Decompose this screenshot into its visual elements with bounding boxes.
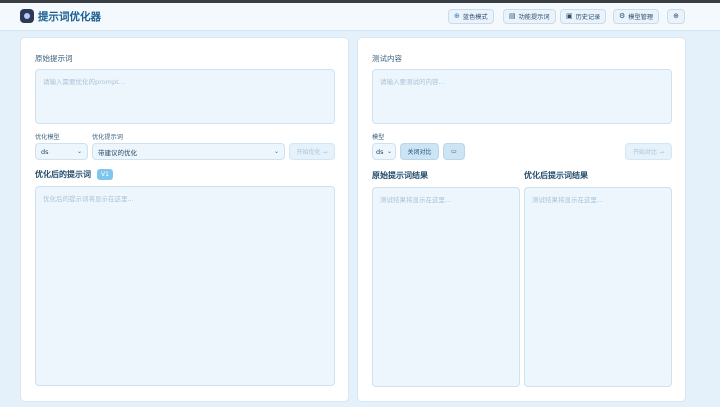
language-button[interactable]: ⊕ <box>667 9 685 24</box>
chevron-down-icon: ⌄ <box>386 148 392 155</box>
start-optimize-button[interactable]: 开始优化 → <box>289 143 335 160</box>
optimized-prompt-output[interactable]: 优化后的提示词将显示在这里... <box>35 186 335 386</box>
optimize-prompt-label: 优化提示词 <box>92 134 123 141</box>
optimize-model-select[interactable]: ds ⌄ <box>35 143 88 160</box>
original-prompt-input[interactable]: 请输入需要优化的prompt... <box>35 69 335 124</box>
blue-mode-label: 蓝色模式 <box>462 14 488 21</box>
start-compare-button[interactable]: 开始对比 → <box>625 143 672 160</box>
globe-icon: ⊕ <box>673 12 679 20</box>
history-button[interactable]: ▣ 历史记录 <box>560 9 607 24</box>
split-view-icon: ▭ <box>451 148 457 155</box>
model-manage-button[interactable]: ⚙ 模型管理 <box>613 9 660 24</box>
blue-mode-button[interactable]: ⊕ 蓝色模式 <box>448 9 494 24</box>
original-result-title: 原始提示词结果 <box>372 171 428 180</box>
optimized-result-output[interactable]: 测试结果将显示在这里... <box>524 187 672 387</box>
function-prompts-label: 功能提示词 <box>518 14 550 21</box>
optimized-result-title: 优化后提示词结果 <box>524 171 588 180</box>
version-badge[interactable]: V1 <box>97 169 113 180</box>
optimized-prompt-title: 优化后的提示词 <box>35 170 91 179</box>
app-title: 提示词优化器 <box>38 11 101 23</box>
optimize-model-label: 优化模型 <box>35 134 60 141</box>
test-content-label: 测试内容 <box>372 54 402 63</box>
optimize-prompt-select[interactable]: 带建议的优化 ⌄ <box>92 143 285 160</box>
test-model-select[interactable]: ds ⌄ <box>372 143 396 160</box>
toggle-compare-button[interactable]: 关闭对比 <box>400 143 439 160</box>
plus-circle-icon: ⊕ <box>454 12 460 20</box>
chevron-down-icon: ⌄ <box>273 148 279 155</box>
original-prompt-label: 原始提示词 <box>35 54 73 63</box>
app-header: 提示词优化器 ⊕ 蓝色模式 ▤ 功能提示词 ▣ 历史记录 ⚙ 模型管理 ⊕ <box>0 3 720 31</box>
optimize-prompt-value: 带建议的优化 <box>98 148 137 157</box>
history-icon: ▣ <box>566 12 573 20</box>
optimize-model-value: ds <box>41 147 49 156</box>
history-label: 历史记录 <box>575 14 601 21</box>
test-content-input[interactable]: 请输入要测试的内容... <box>372 69 672 124</box>
function-prompts-button[interactable]: ▤ 功能提示词 <box>503 9 556 24</box>
app-logo-icon <box>20 9 34 23</box>
gear-icon: ⚙ <box>619 12 626 20</box>
compare-view-button[interactable]: ▭ <box>443 143 465 160</box>
original-result-output[interactable]: 测试结果将显示在这里... <box>372 187 520 387</box>
model-manage-label: 模型管理 <box>628 14 654 21</box>
test-panel: 测试内容 请输入要测试的内容... 模型 ds ⌄ 关闭对比 ▭ 开始对比 → … <box>357 37 686 402</box>
document-icon: ▤ <box>509 12 516 20</box>
chevron-down-icon: ⌄ <box>76 148 82 155</box>
test-model-label: 模型 <box>372 134 385 141</box>
test-model-value: ds <box>376 147 384 156</box>
optimize-panel: 原始提示词 请输入需要优化的prompt... 优化模型 优化提示词 ds ⌄ … <box>20 37 349 402</box>
